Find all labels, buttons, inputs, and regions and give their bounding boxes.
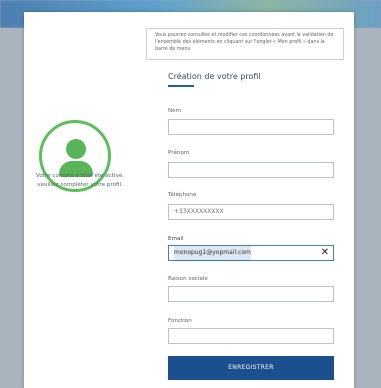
- prenom-input[interactable]: [168, 162, 334, 178]
- prenom-label: Prénom: [168, 150, 190, 156]
- telephone-input[interactable]: +33XXXXXXXXX: [168, 204, 334, 220]
- form-title: Création de votre profil: [168, 72, 261, 81]
- avatar-head: [66, 139, 86, 159]
- activation-message: Votre compte a bien été activé, veuillez…: [35, 173, 125, 188]
- email-input[interactable]: monopug1@yopmail.com ✕: [168, 245, 334, 261]
- nom-label: Nom: [168, 108, 182, 114]
- background-left: [0, 28, 26, 388]
- background-right: [353, 28, 381, 388]
- profile-modal: Votre compte a bien été activé, veuillez…: [24, 12, 354, 388]
- raison-sociale-label: Raison sociale: [168, 276, 208, 282]
- title-underline: [168, 85, 194, 87]
- raison-sociale-input[interactable]: [168, 286, 334, 302]
- activation-panel: Votre compte a bien été activé, veuillez…: [24, 12, 136, 388]
- save-button[interactable]: ENREGISTRER: [168, 356, 334, 380]
- telephone-label: Téléphone: [168, 192, 197, 198]
- email-value: monopug1@yopmail.com: [174, 246, 251, 261]
- fonction-input[interactable]: [168, 328, 334, 344]
- fonction-label: Fonction: [168, 318, 192, 324]
- telephone-placeholder: +33XXXXXXXXX: [174, 208, 224, 215]
- email-label: Email: [168, 236, 184, 242]
- info-notice: Vous pourrez consulter et modifier ces c…: [146, 28, 344, 60]
- nom-input[interactable]: [168, 119, 334, 135]
- clear-icon[interactable]: ✕: [321, 246, 329, 260]
